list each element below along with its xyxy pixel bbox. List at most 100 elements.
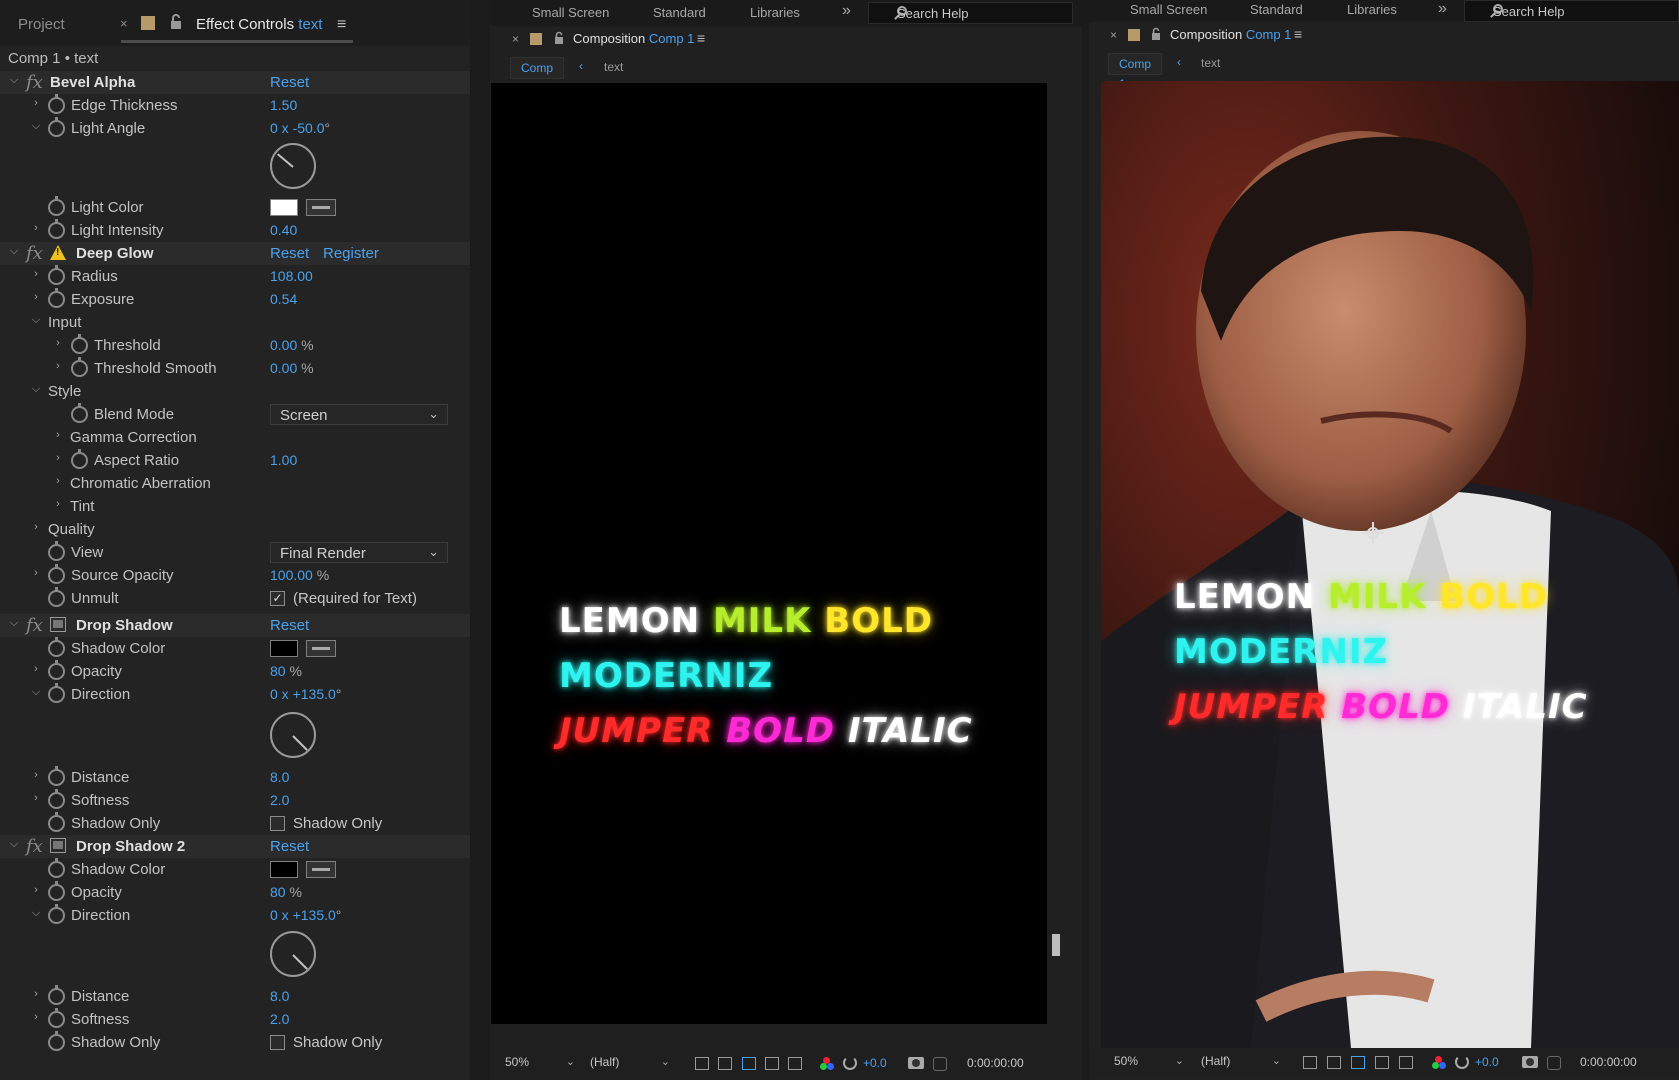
group-style[interactable]: ⌵ Style (0, 380, 470, 403)
expand-caret-icon[interactable]: › (31, 567, 41, 579)
register-link[interactable]: Register (323, 245, 379, 262)
stopwatch-icon[interactable] (48, 288, 65, 308)
eyedropper-icon[interactable] (306, 861, 336, 878)
mask-visibility-icon[interactable] (742, 1057, 756, 1070)
expand-caret-icon[interactable]: › (53, 475, 63, 487)
light-angle-dial[interactable] (270, 143, 316, 189)
crumb-comp[interactable]: Comp 1 (510, 57, 565, 95)
lock-icon[interactable] (170, 14, 182, 30)
param-value[interactable]: 0 x +135.0° (270, 907, 341, 923)
more-workspaces-icon[interactable]: » (1438, 0, 1447, 18)
mask-visibility-icon[interactable] (1351, 1056, 1365, 1069)
param-value[interactable]: 2.0 (270, 792, 289, 808)
param-value[interactable]: 80 % (270, 884, 302, 900)
param-value[interactable]: 1.00 (270, 452, 297, 468)
effect-row-drop-shadow-2[interactable]: ⌵ fx Drop Shadow 2 Reset (0, 835, 470, 858)
collapse-caret-icon[interactable]: ⌵ (31, 686, 41, 699)
param-value[interactable]: 1.50 (270, 97, 297, 113)
fx-toggle-icon[interactable]: fx (26, 836, 43, 857)
param-value[interactable]: 108.00 (270, 268, 313, 284)
fx-toggle-icon[interactable]: fx (26, 72, 43, 93)
stopwatch-icon[interactable] (48, 904, 65, 924)
lock-icon[interactable] (1151, 27, 1161, 41)
comp-tab-title[interactable]: Composition Comp 1 (573, 31, 694, 46)
stopwatch-icon[interactable] (48, 812, 65, 832)
param-value[interactable]: 0.00 % (270, 337, 314, 353)
resolution-dropdown[interactable]: (Half) ⌄ (590, 1055, 670, 1073)
transparency-grid-icon[interactable] (718, 1057, 732, 1070)
expand-caret-icon[interactable]: › (53, 452, 63, 464)
group-input[interactable]: ⌵ Input (0, 311, 470, 334)
expand-caret-icon[interactable]: › (31, 521, 41, 533)
exposure-value[interactable]: +0.0 (1475, 1055, 1499, 1069)
workspace-libraries-2[interactable]: Libraries (1347, 2, 1397, 17)
expand-caret-icon[interactable]: › (31, 97, 41, 109)
collapse-caret-icon[interactable]: ⌵ (31, 907, 41, 920)
stopwatch-icon[interactable] (48, 789, 65, 809)
grid-guides-icon[interactable] (1399, 1056, 1413, 1069)
workspace-standard-2[interactable]: Standard (1250, 2, 1303, 17)
stopwatch-icon[interactable] (48, 564, 65, 584)
stopwatch-icon[interactable] (48, 94, 65, 114)
workspace-small-screen-2[interactable]: Small Screen (1130, 2, 1207, 17)
color-swatch[interactable] (270, 861, 298, 878)
unmult-checkbox[interactable]: ✓ (270, 591, 285, 606)
resolution-dropdown[interactable]: (Half) ⌄ (1201, 1054, 1281, 1072)
stopwatch-icon[interactable] (48, 660, 65, 680)
stopwatch-icon[interactable] (48, 637, 65, 657)
close-tab-icon[interactable]: × (120, 16, 128, 31)
stopwatch-icon[interactable] (48, 985, 65, 1005)
fast-preview-icon[interactable] (695, 1057, 709, 1070)
snapshot-icon[interactable] (908, 1057, 924, 1069)
shadow-only-checkbox[interactable] (270, 816, 285, 831)
group-chromatic-aberration[interactable]: › Chromatic Aberration (0, 472, 470, 495)
effect-row-drop-shadow[interactable]: ⌵ fx Drop Shadow Reset (0, 614, 470, 637)
param-value[interactable]: 2.0 (270, 1011, 289, 1027)
param-value[interactable]: 0 x +135.0° (270, 686, 341, 702)
reset-exposure-icon[interactable] (843, 1056, 857, 1070)
stopwatch-icon[interactable] (48, 766, 65, 786)
expand-caret-icon[interactable]: › (53, 360, 63, 372)
param-value[interactable]: 8.0 (270, 988, 289, 1004)
shadow-only-checkbox[interactable] (270, 1035, 285, 1050)
blend-mode-dropdown[interactable]: Screen ⌄ (270, 404, 448, 425)
comp-tab-title[interactable]: Composition Comp 1 (1170, 27, 1291, 42)
collapse-caret-icon[interactable]: ⌵ (9, 74, 19, 87)
panel-menu-icon[interactable]: ≡ (1294, 26, 1302, 42)
fx-toggle-icon[interactable]: fx (26, 615, 43, 636)
group-gamma-correction[interactable]: › Gamma Correction (0, 426, 470, 449)
panel-menu-icon[interactable]: ≡ (697, 30, 705, 46)
expand-caret-icon[interactable]: › (53, 498, 63, 510)
color-swatch[interactable] (270, 640, 298, 657)
region-of-interest-icon[interactable] (765, 1057, 779, 1070)
zoom-dropdown[interactable]: 50% ⌄ (505, 1055, 575, 1073)
reset-link[interactable]: Reset (270, 617, 309, 634)
param-value[interactable]: 0.54 (270, 291, 297, 307)
collapse-caret-icon[interactable]: ⌵ (31, 120, 41, 133)
channels-icon[interactable] (820, 1057, 834, 1071)
expand-caret-icon[interactable]: › (31, 792, 41, 804)
reset-link[interactable]: Reset (270, 838, 309, 855)
param-value[interactable]: 0.00 % (270, 360, 314, 376)
stopwatch-icon[interactable] (71, 449, 88, 469)
more-workspaces-icon[interactable]: » (842, 2, 851, 20)
effect-row-deep-glow[interactable]: ⌵ fx Deep Glow Reset Register (0, 242, 470, 265)
exposure-value[interactable]: +0.0 (863, 1056, 887, 1070)
timecode-display[interactable]: 0:00:00:00 (1580, 1055, 1637, 1069)
reset-link[interactable]: Reset (270, 245, 309, 262)
collapse-caret-icon[interactable]: ⌵ (31, 314, 41, 327)
expand-caret-icon[interactable]: › (31, 769, 41, 781)
stopwatch-icon[interactable] (48, 219, 65, 239)
search-help-field[interactable]: Search Help (868, 2, 1073, 24)
stopwatch-icon[interactable] (48, 1031, 65, 1051)
stopwatch-icon[interactable] (48, 587, 65, 607)
direction-dial[interactable] (270, 712, 316, 758)
param-value[interactable]: 80 % (270, 663, 302, 679)
stopwatch-icon[interactable] (48, 683, 65, 703)
composition-viewer-2[interactable]: LEMON MILK BOLD MODERNIZ JUMPER BOLD ITA… (1101, 81, 1679, 1048)
param-value[interactable]: 100.00 % (270, 567, 329, 583)
show-snapshot-icon[interactable] (933, 1057, 947, 1071)
crumb-layer[interactable]: text (1201, 56, 1220, 70)
expand-caret-icon[interactable]: › (31, 663, 41, 675)
crumb-comp[interactable]: Comp 1 (1108, 53, 1163, 91)
